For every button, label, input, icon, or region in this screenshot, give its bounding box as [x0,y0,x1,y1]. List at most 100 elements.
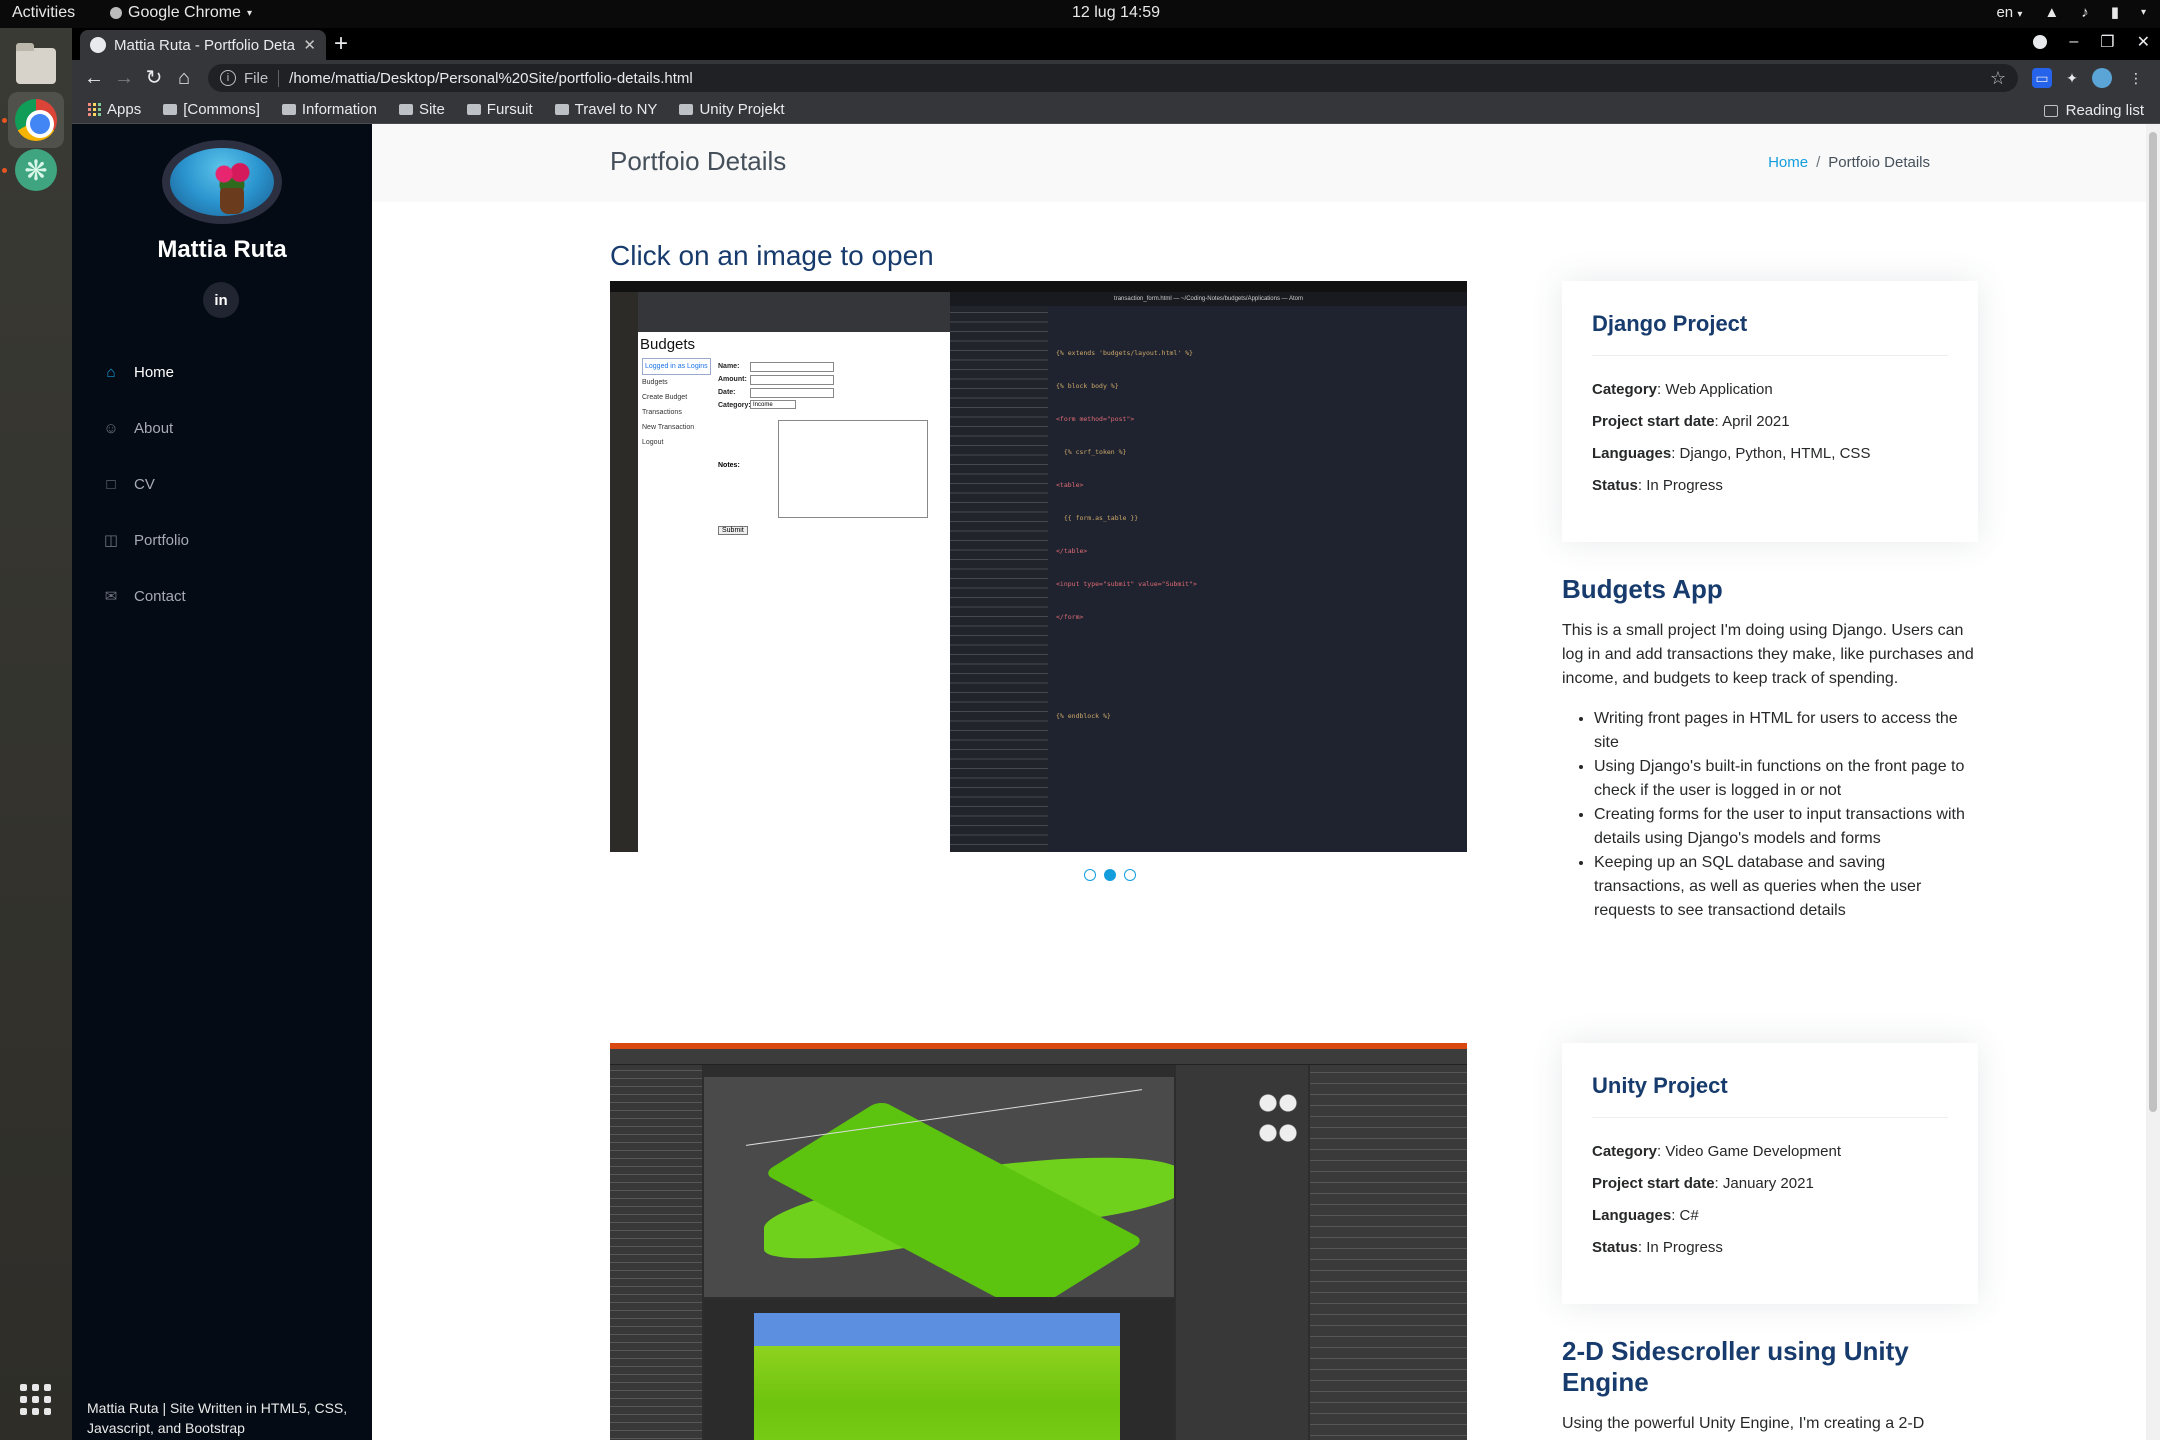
breadcrumb-home-link[interactable]: Home [1768,154,1808,171]
project-info-card: Django Project Category: Web Application… [1562,281,1978,542]
bookmark-folder[interactable]: Travel to NY [554,101,658,118]
main-content: Portfoio Details Home / Portfoio Details C… [372,124,2160,1440]
mini-submit-button: Submit [718,526,748,535]
nav-cv[interactable]: □ CV [102,456,352,512]
bookmark-folder[interactable]: Unity Projekt [679,101,784,118]
new-tab-button[interactable]: + [334,32,348,56]
extensions-puzzle-icon[interactable]: ✦ [2062,68,2082,88]
field-label: Languages [1592,445,1672,462]
bookmark-folder[interactable]: [Commons] [163,101,260,118]
project-status: Status: In Progress [1592,477,1723,494]
system-tray[interactable]: en ▾ ▲ ♪ ▮ ▾ [1996,3,2146,22]
mini-game-view [704,1299,1174,1440]
language-indicator[interactable]: en ▾ [1996,4,2022,21]
minimize-button[interactable]: – [2069,33,2078,51]
battery-icon: ▮ [2110,4,2119,21]
code-line: {{ form.as_table }} [1056,514,1139,522]
project-summary: Using the powerful Unity Engine, I'm cre… [1562,1415,1925,1432]
mini-script-icons [1258,1093,1298,1153]
reading-list-button[interactable]: Reading list [2043,102,2144,119]
home-button[interactable]: ⌂ [172,66,196,90]
carousel-dot[interactable] [1084,869,1096,881]
forward-button[interactable]: → [112,66,136,90]
atom-app-button[interactable]: ❋ [8,142,64,198]
code-line: </table> [1056,547,1088,555]
mini-scene-view [704,1077,1174,1297]
linkedin-link[interactable]: in [203,282,239,318]
bookmark-folder[interactable]: Site [398,101,445,118]
code-line: {% block body %} [1056,382,1119,390]
project-title: Budgets App [1562,574,1723,604]
portfolio-image-unity[interactable] [610,1043,1467,1440]
project-bullet: Keeping up an SQL database and saving tr… [1594,851,1978,923]
volume-icon: ♪ [2081,3,2089,21]
address-bar[interactable]: i File /home/mattia/Desktop/Personal%20S… [208,64,2018,92]
chrome-app-button[interactable] [8,92,64,148]
bookmark-apps[interactable]: Apps [88,101,141,118]
field-value: January 2021 [1722,1175,1814,1192]
app-menu-label: Google Chrome [128,4,241,21]
nav-home[interactable]: ⌂ Home [102,344,352,400]
field-value: Video Game Development [1665,1143,1842,1160]
carousel-pagination [1084,869,1136,881]
mini-link: Transactions [642,409,682,416]
close-window-button[interactable]: ✕ [2137,32,2150,52]
carousel-dot-active[interactable] [1104,869,1116,881]
site-sidebar: Mattia Ruta in ⌂ Home ☺ About □ CV ◫ Por… [72,124,372,1440]
maximize-button[interactable]: ❐ [2100,32,2114,52]
mini-link: Logged in as Logins [642,358,711,375]
project-bullet: Creating forms for the user to input tra… [1594,803,1978,851]
folder-icon [163,104,178,115]
atom-icon: ❋ [15,149,57,191]
chrome-window: Mattia Ruta - Portfolio Details ✕ + – ❐ … [72,28,2160,1440]
app-menu[interactable]: Google Chrome ▾ [110,4,252,22]
bookmark-label: Travel to NY [574,101,658,118]
field-value: C# [1679,1207,1699,1224]
bookmark-star-icon[interactable]: ☆ [1990,68,2006,89]
mini-link: Budgets [642,379,668,386]
code-line: {% endblock %} [1056,712,1111,720]
mini-form-label: Notes: [718,462,740,469]
mini-form-label: Amount: [718,376,747,383]
field-label: Project start date [1592,1175,1715,1192]
project-description: Budgets App This is a small project I'm … [1562,574,1978,923]
folder-icon [554,104,569,115]
image-hint-heading: Click on an image to open [610,240,934,271]
browser-tab[interactable]: Mattia Ruta - Portfolio Details ✕ [80,30,326,60]
clock[interactable]: 12 lug 14:59 [1072,4,1160,22]
profile-icon[interactable] [2033,35,2048,49]
bookmark-folder[interactable]: Fursuit [466,101,533,118]
breadcrumb-separator: / [1816,154,1821,171]
nav-about[interactable]: ☺ About [102,400,352,456]
reading-list-icon [2043,104,2058,117]
chrome-small-icon [110,7,122,19]
show-applications-button[interactable] [20,1384,52,1416]
mini-category-select: Income [750,400,796,409]
system-top-bar: Activities Google Chrome ▾ 12 lug 14:59 … [0,0,2160,28]
nav-contact[interactable]: ✉ Contact [102,568,352,624]
close-icon[interactable]: ✕ [303,36,316,54]
pot-image [220,188,244,214]
project-title: 2-D Sidescroller using Unity Engine [1562,1336,1909,1397]
back-button[interactable]: ← [82,66,106,90]
code-line: {% extends 'budgets/layout.html' %} [1056,349,1193,357]
profile-avatar-image [162,140,282,224]
profile-avatar[interactable] [2092,68,2112,88]
page-scrollbar[interactable] [2146,124,2160,1440]
project-description: 2-D Sidescroller using Unity Engine Usin… [1562,1336,1978,1440]
portfolio-image-django[interactable]: Budgets Logged in as Logins Budgets Crea… [610,281,1467,852]
mini-editor-title: transaction_form.html — ~/Coding-Notes/b… [950,292,1467,306]
bookmark-folder[interactable]: Information [281,101,377,118]
menu-kebab-icon[interactable]: ⋮ [2126,68,2146,88]
site-nav: ⌂ Home ☺ About □ CV ◫ Portfolio ✉ Contac… [102,344,352,624]
bitwarden-extension-icon[interactable]: ▭ [2032,68,2052,88]
home-icon: ⌂ [106,363,116,381]
reload-button[interactable]: ↻ [142,66,166,90]
activities-button[interactable]: Activities [12,4,75,22]
nav-portfolio[interactable]: ◫ Portfolio [102,512,352,568]
scrollbar-thumb[interactable] [2149,132,2157,1112]
mini-form-label: Date: [718,389,736,396]
files-app-button[interactable] [8,38,64,94]
info-icon[interactable]: i [220,70,236,86]
carousel-dot[interactable] [1124,869,1136,881]
